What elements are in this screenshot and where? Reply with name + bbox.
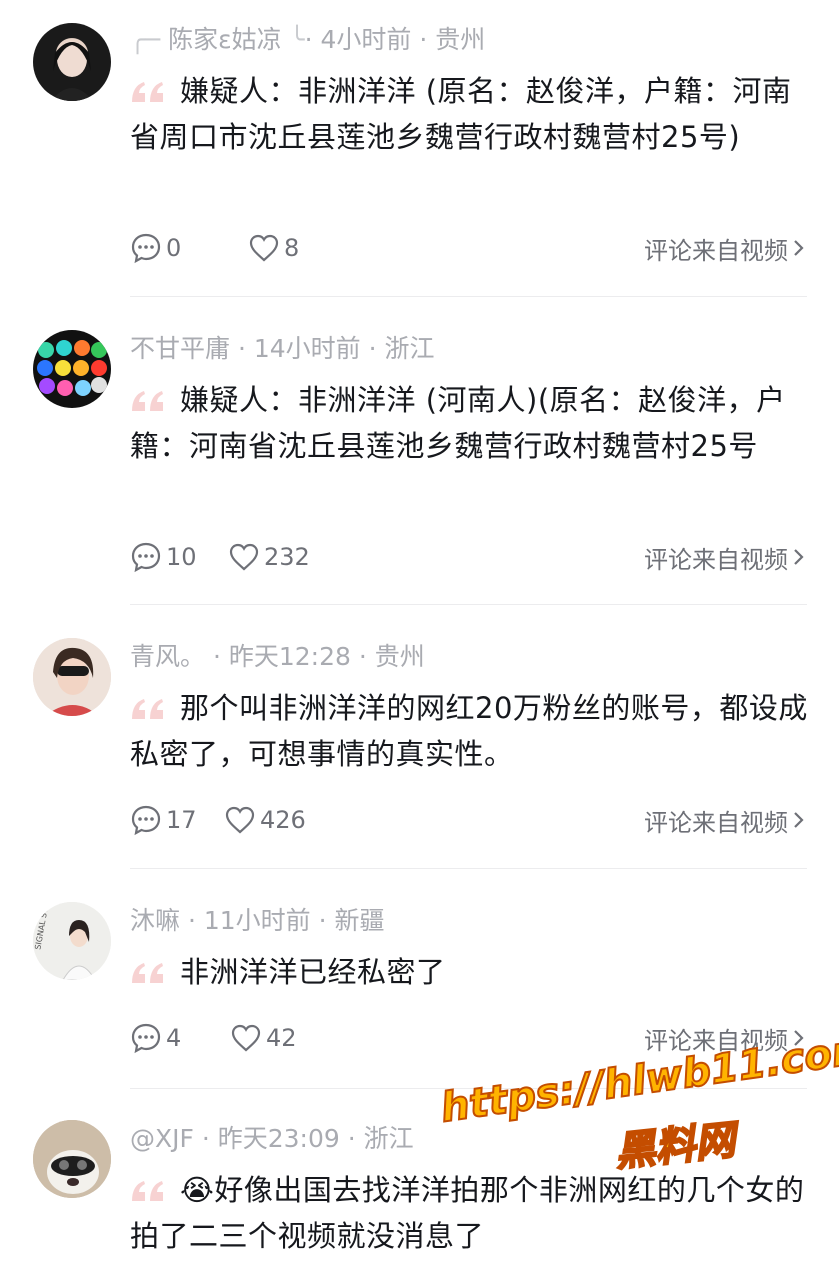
color-grid-image	[37, 340, 107, 396]
heart-outline-icon	[249, 234, 279, 262]
comment-meta: ╭─ 陈家ε姑凉 ╰· 4小时前 · 贵州	[130, 25, 486, 54]
quote-mark-icon	[132, 963, 163, 983]
comment-actions: 17 426 评论来自视频	[130, 800, 810, 840]
comment-meta: 青风。 · 昨天12:28 · 贵州	[130, 642, 425, 671]
username[interactable]: 沐嘛	[130, 906, 180, 935]
heart-outline-icon	[229, 543, 259, 571]
reply-count: 10	[166, 543, 197, 571]
location: 新疆	[334, 906, 385, 935]
comment-text: 😭好像出国去找洋洋拍那个非洲网红的几个女的拍了二三个视频就没消息了	[130, 1173, 805, 1253]
location: 贵州	[435, 25, 486, 54]
location: 贵州	[374, 642, 425, 671]
divider	[130, 868, 807, 869]
from-video-label: 评论来自视频	[644, 545, 788, 574]
like-button[interactable]: 8	[248, 232, 299, 264]
timestamp: 昨天23:09	[217, 1124, 340, 1153]
avatar[interactable]	[33, 330, 111, 408]
chevron-right-icon	[794, 240, 804, 256]
comment-meta: 沐嘛 · 11小时前 · 新疆	[130, 906, 385, 935]
speech-bubble-icon	[131, 233, 161, 264]
from-video-link[interactable]: 评论来自视频	[644, 540, 810, 575]
comment-actions: 10 232 评论来自视频	[130, 537, 810, 577]
location: 浙江	[363, 1124, 414, 1153]
speech-bubble-icon	[131, 805, 161, 836]
username[interactable]: @XJF	[130, 1124, 194, 1153]
reply-button[interactable]: 4	[130, 1022, 230, 1054]
like-count: 8	[284, 234, 300, 262]
avatar[interactable]	[33, 1120, 111, 1198]
like-button[interactable]: 232	[228, 541, 310, 573]
comment-meta: @XJF · 昨天23:09 · 浙江	[130, 1124, 414, 1153]
speech-bubble-icon	[131, 1023, 161, 1054]
avatar[interactable]	[33, 638, 111, 716]
crying-laughing-emoji: 😭	[180, 1173, 215, 1207]
from-video-link[interactable]: 评论来自视频	[644, 231, 810, 266]
reply-count: 17	[166, 806, 197, 834]
location: 浙江	[384, 334, 435, 363]
username[interactable]: 不甘平庸	[130, 334, 230, 363]
comment-text: 嫌疑人：非洲洋洋 (原名：赵俊洋，户籍：河南省周口市沈丘县莲池乡魏营行政村魏营村…	[130, 74, 792, 154]
avatar[interactable]: SIGNAL STYLIST	[33, 902, 111, 980]
avatar[interactable]	[33, 23, 111, 101]
divider	[130, 604, 807, 605]
from-video-label: 评论来自视频	[644, 808, 788, 837]
quote-mark-icon	[132, 391, 163, 411]
from-video-label: 评论来自视频	[644, 236, 788, 265]
comment-text: 那个叫非洲洋洋的网红20万粉丝的账号，都设成私密了，可想事情的真实性。	[130, 691, 808, 771]
comment-body: 嫌疑人：非洲洋洋 (原名：赵俊洋，户籍：河南省周口市沈丘县莲池乡魏营行政村魏营村…	[130, 68, 810, 160]
reply-button[interactable]: 10	[130, 541, 228, 573]
timestamp: 14小时前	[253, 334, 361, 363]
like-count: 42	[266, 1024, 297, 1052]
comment-body: 非洲洋洋已经私密了	[130, 949, 810, 995]
comment-body: 😭好像出国去找洋洋拍那个非洲网红的几个女的拍了二三个视频就没消息了	[130, 1167, 810, 1259]
from-video-link[interactable]: 评论来自视频	[644, 803, 810, 838]
username[interactable]: 陈家ε姑凉	[168, 25, 282, 54]
like-button[interactable]: 426	[224, 804, 306, 836]
reply-button[interactable]: 17	[130, 804, 224, 836]
comment-text: 非洲洋洋已经私密了	[180, 955, 446, 989]
comment-actions: 0 8 评论来自视频	[130, 228, 810, 268]
like-button[interactable]: 42	[230, 1022, 297, 1054]
like-count: 426	[260, 806, 306, 834]
reply-button[interactable]: 0	[130, 232, 248, 264]
chevron-right-icon	[794, 549, 804, 565]
comment-text: 嫌疑人：非洲洋洋 (河南人)(原名：赵俊洋，户籍：河南省沈丘县莲池乡魏营行政村魏…	[130, 383, 786, 463]
comment-body: 那个叫非洲洋洋的网红20万粉丝的账号，都设成私密了，可想事情的真实性。	[130, 685, 810, 777]
reply-count: 4	[166, 1024, 182, 1052]
quote-mark-icon	[132, 82, 163, 102]
heart-outline-icon	[231, 1024, 261, 1052]
speech-bubble-icon	[131, 542, 161, 573]
quote-mark-icon	[132, 1181, 163, 1201]
timestamp: 11小时前	[203, 906, 311, 935]
like-count: 232	[264, 543, 310, 571]
comment-meta: 不甘平庸 · 14小时前 · 浙江	[130, 334, 435, 363]
timestamp: 4小时前	[320, 25, 412, 54]
heart-outline-icon	[225, 806, 255, 834]
username[interactable]: 青风。	[130, 642, 205, 671]
quote-mark-icon	[132, 699, 163, 719]
comment-body: 嫌疑人：非洲洋洋 (河南人)(原名：赵俊洋，户籍：河南省沈丘县莲池乡魏营行政村魏…	[130, 377, 810, 469]
reply-count: 0	[166, 234, 182, 262]
chevron-right-icon	[794, 812, 804, 828]
divider	[130, 296, 807, 297]
timestamp: 昨天12:28	[228, 642, 351, 671]
